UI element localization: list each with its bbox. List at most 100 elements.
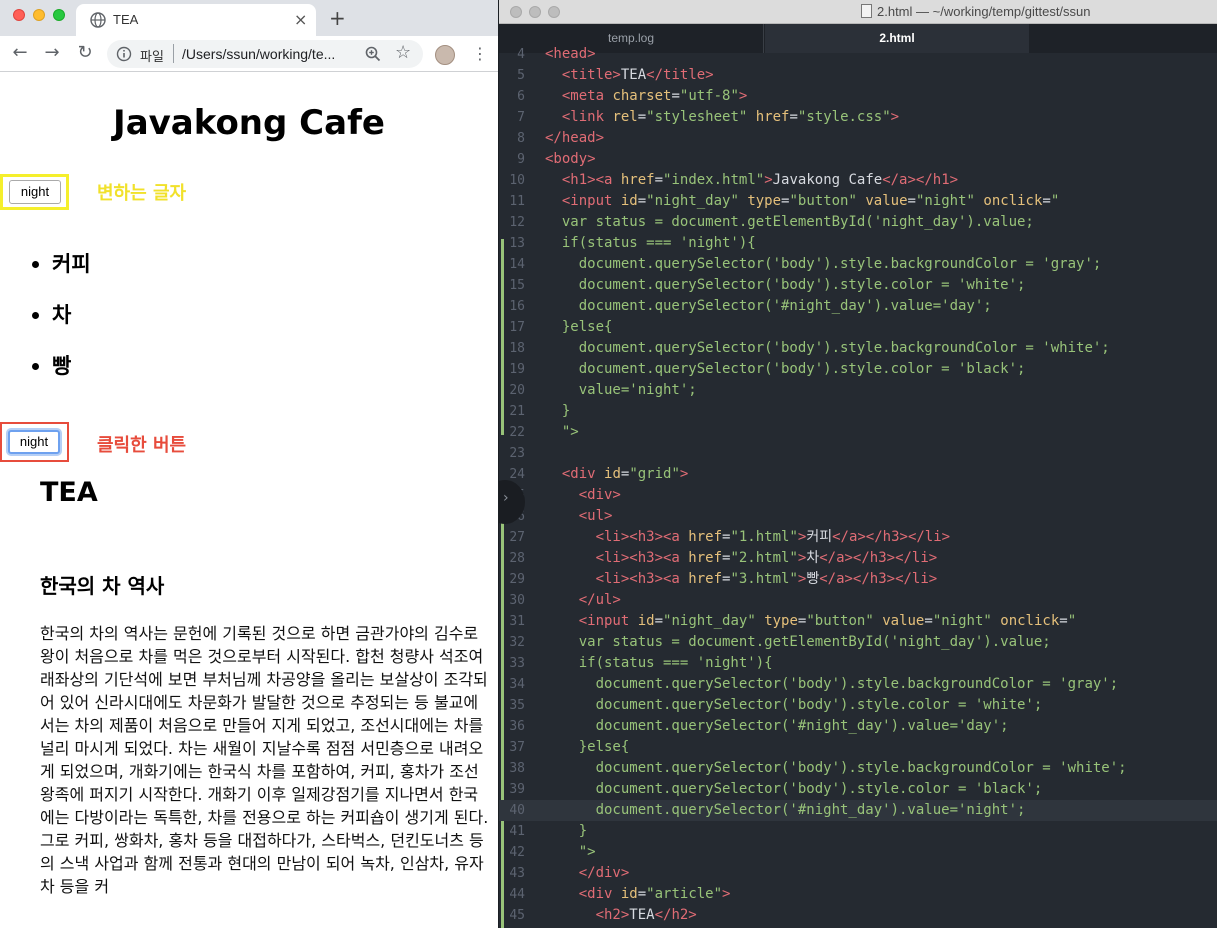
- menu-item-tea[interactable]: 차: [30, 299, 91, 350]
- code-line[interactable]: 37 }else{: [499, 737, 1217, 758]
- code-line[interactable]: 16 document.querySelector('#night_day').…: [499, 296, 1217, 317]
- line-number: 13: [509, 236, 525, 251]
- line-number: 37: [509, 740, 525, 755]
- code-text: }: [545, 401, 570, 422]
- code-token: id: [637, 613, 655, 629]
- code-line[interactable]: 17 }else{: [499, 317, 1217, 338]
- code-line[interactable]: 29 <li><h3><a href="3.html">빵</a></h3></…: [499, 569, 1217, 590]
- code-line[interactable]: 15 document.querySelector('body').style.…: [499, 275, 1217, 296]
- minimize-window-button[interactable]: [529, 6, 541, 18]
- code-text: document.querySelector('#night_day').val…: [545, 296, 992, 317]
- browser-tab[interactable]: TEA ×: [76, 4, 316, 36]
- code-line[interactable]: 22 ">: [499, 422, 1217, 443]
- extension-icon[interactable]: [435, 45, 455, 65]
- code-line[interactable]: 41 }: [499, 821, 1217, 842]
- code-line[interactable]: 40 document.querySelector('#night_day').…: [499, 800, 1217, 821]
- minimize-window-button[interactable]: [33, 9, 45, 21]
- site-title-link[interactable]: Javakong Cafe: [0, 103, 498, 143]
- code-line[interactable]: 12 var status = document.getElementById(…: [499, 212, 1217, 233]
- maximize-window-button[interactable]: [548, 6, 560, 18]
- code-line[interactable]: 9 <body>: [499, 149, 1217, 170]
- night-day-button-top[interactable]: night: [9, 180, 61, 204]
- code-area[interactable]: 4 <head> 5 <title>TEA</title> 6 <meta chars…: [499, 44, 1217, 928]
- chevron-right-icon[interactable]: ›: [503, 490, 509, 506]
- code-line[interactable]: 35 document.querySelector('body').style.…: [499, 695, 1217, 716]
- zoom-icon[interactable]: [364, 45, 382, 63]
- code-line[interactable]: 8 </head>: [499, 128, 1217, 149]
- code-line[interactable]: 38 document.querySelector('body').style.…: [499, 758, 1217, 779]
- code-line[interactable]: 34 document.querySelector('body').style.…: [499, 674, 1217, 695]
- code-token: =: [637, 193, 647, 209]
- menu-list: 커피 차 빵: [30, 248, 91, 401]
- code-line[interactable]: 30 </ul>: [499, 590, 1217, 611]
- code-line[interactable]: 26 <ul>: [499, 506, 1217, 527]
- close-window-button[interactable]: [510, 6, 522, 18]
- code-text: <meta charset="utf-8">: [545, 86, 747, 107]
- browser-toolbar: ← → ↻ 파일 /Users/ssun/working/te... ☆ ⋮: [0, 36, 498, 72]
- code-line[interactable]: 43 </div>: [499, 863, 1217, 884]
- menu-item-bread[interactable]: 빵: [30, 350, 91, 401]
- maximize-window-button[interactable]: [53, 9, 65, 21]
- close-window-button[interactable]: [13, 9, 25, 21]
- code-token: =: [907, 193, 916, 209]
- code-line[interactable]: 11 <input id="night_day" type="button" v…: [499, 191, 1217, 212]
- code-text: <li><h3><a href="2.html">차</a></h3></li>: [545, 548, 938, 569]
- info-icon[interactable]: [116, 46, 132, 62]
- code-token: =: [1042, 193, 1051, 209]
- back-button[interactable]: ←: [8, 41, 32, 65]
- reload-button[interactable]: ↻: [73, 41, 97, 65]
- tab-close-icon[interactable]: ×: [294, 10, 307, 29]
- line-number: 4: [517, 47, 525, 62]
- code-line[interactable]: 20 value='night';: [499, 380, 1217, 401]
- code-line[interactable]: 24 <div id="grid">: [499, 464, 1217, 485]
- night-day-button-clicked[interactable]: night: [8, 430, 60, 454]
- code-line[interactable]: 19 document.querySelector('body').style.…: [499, 359, 1217, 380]
- code-line[interactable]: 42 ">: [499, 842, 1217, 863]
- forward-button[interactable]: →: [40, 41, 64, 65]
- code-token: <meta: [561, 88, 613, 104]
- code-line[interactable]: 25 <div>: [499, 485, 1217, 506]
- code-token: "grid": [629, 466, 680, 482]
- code-line[interactable]: 13 if(status === 'night'){: [499, 233, 1217, 254]
- code-token: type: [764, 613, 798, 629]
- code-line[interactable]: 23: [499, 443, 1217, 464]
- code-line[interactable]: 33 if(status === 'night'){: [499, 653, 1217, 674]
- address-bar[interactable]: 파일 /Users/ssun/working/te... ☆: [107, 40, 423, 68]
- code-line[interactable]: 45 <h2>TEA</h2>: [499, 905, 1217, 926]
- code-token: href: [620, 172, 655, 188]
- code-line[interactable]: 14 document.querySelector('body').style.…: [499, 254, 1217, 275]
- code-line[interactable]: 31 <input id="night_day" type="button" v…: [499, 611, 1217, 632]
- code-token: =: [654, 172, 664, 188]
- line-number: 31: [509, 614, 525, 629]
- url-text[interactable]: /Users/ssun/working/te...: [182, 46, 335, 62]
- code-text: if(status === 'night'){: [545, 653, 773, 674]
- code-token: "article": [646, 886, 723, 902]
- code-line[interactable]: 5 <title>TEA</title>: [499, 65, 1217, 86]
- code-token: id: [620, 193, 638, 209]
- code-line[interactable]: 39 document.querySelector('body').style.…: [499, 779, 1217, 800]
- browser-menu-icon[interactable]: ⋮: [472, 44, 488, 64]
- menu-item-coffee[interactable]: 커피: [30, 248, 91, 299]
- code-token: <link: [561, 109, 613, 125]
- code-line[interactable]: 28 <li><h3><a href="2.html">차</a></h3></…: [499, 548, 1217, 569]
- code-line[interactable]: 44 <div id="article">: [499, 884, 1217, 905]
- code-line[interactable]: 7 <link rel="stylesheet" href="style.css…: [499, 107, 1217, 128]
- code-token: "1.html": [730, 529, 798, 545]
- code-line[interactable]: 18 document.querySelector('body').style.…: [499, 338, 1217, 359]
- code-line[interactable]: 21 }: [499, 401, 1217, 422]
- code-token: <li><h3><a: [595, 550, 689, 566]
- code-line[interactable]: 6 <meta charset="utf-8">: [499, 86, 1217, 107]
- new-tab-button[interactable]: +: [329, 6, 346, 30]
- bookmark-star-icon[interactable]: ☆: [395, 43, 411, 63]
- code-line[interactable]: 36 document.querySelector('#night_day').…: [499, 716, 1217, 737]
- code-line[interactable]: 10 <h1><a href="index.html">Javakong Caf…: [499, 170, 1217, 191]
- code-line[interactable]: 27 <li><h3><a href="1.html">커피</a></h3><…: [499, 527, 1217, 548]
- line-number: 22: [509, 425, 525, 440]
- code-line[interactable]: 32 var status = document.getElementById(…: [499, 632, 1217, 653]
- code-text: <body>: [545, 149, 596, 170]
- code-line[interactable]: 4 <head>: [499, 44, 1217, 65]
